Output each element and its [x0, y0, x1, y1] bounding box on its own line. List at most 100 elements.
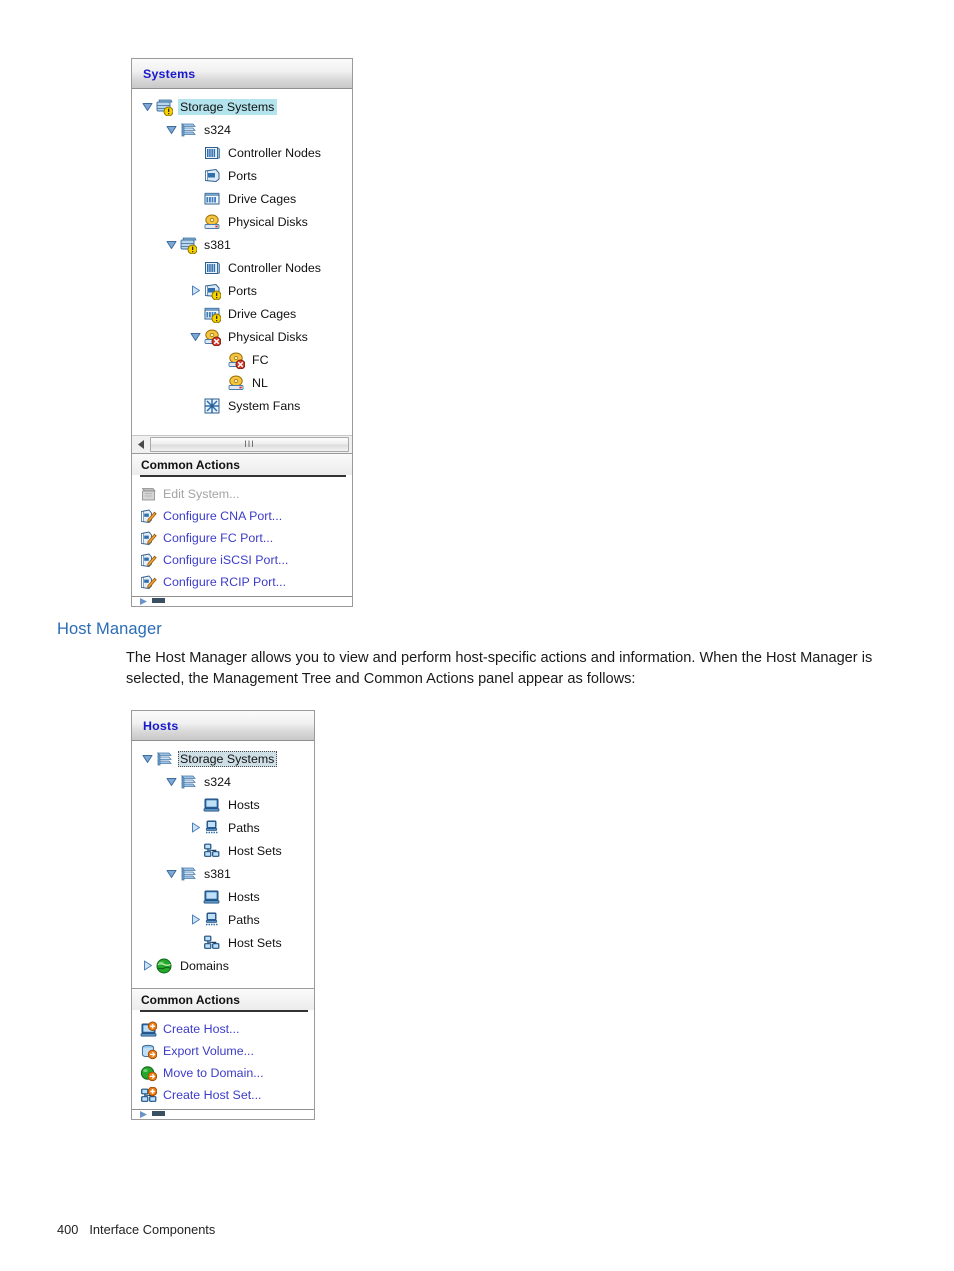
- action-label: Move to Domain...: [163, 1066, 264, 1080]
- tree-item-fc[interactable]: FC: [132, 348, 352, 371]
- tree-item-s324[interactable]: s324: [132, 770, 314, 793]
- tree-item-label: Ports: [228, 168, 257, 183]
- tree-item-label: Controller Nodes: [228, 260, 321, 275]
- system-fans-icon: [203, 397, 221, 415]
- tree-item-storage-systems[interactable]: Storage Systems: [132, 747, 314, 770]
- tree-item-controller-nodes[interactable]: Controller Nodes: [132, 256, 352, 279]
- tree-item-paths[interactable]: Paths: [132, 908, 314, 931]
- expand-arrow-down-icon[interactable]: [164, 118, 179, 141]
- footer-chapter-title: Interface Components: [89, 1222, 216, 1237]
- action-configure-rcip-port[interactable]: Configure RCIP Port...: [132, 571, 352, 593]
- controller-nodes-icon: [203, 144, 221, 162]
- drive-cages-warning-icon: [203, 305, 221, 323]
- scrollbar-thumb[interactable]: III: [150, 437, 349, 452]
- configure-port-icon: [140, 508, 157, 525]
- scroll-left-arrow[interactable]: [134, 437, 149, 452]
- action-export-volume[interactable]: Export Volume...: [132, 1040, 314, 1062]
- expand-arrow-down-icon[interactable]: [140, 95, 155, 118]
- tree-item-label: Storage Systems: [178, 750, 278, 767]
- expand-arrow-down-icon[interactable]: [188, 325, 203, 348]
- hosts-panel-bottom-edge: [132, 1109, 314, 1119]
- tree-item-system-fans[interactable]: System Fans: [132, 394, 352, 417]
- action-create-host-set[interactable]: Create Host Set...: [132, 1084, 314, 1106]
- tree-item-label: s381: [204, 237, 231, 252]
- tree-item-label: s324: [204, 122, 231, 137]
- page-footer: 400 Interface Components: [57, 1222, 215, 1237]
- tree-item-host-sets[interactable]: Host Sets: [132, 839, 314, 862]
- scrollbar-grip: III: [244, 439, 255, 449]
- collapsed-arrow-icon: [140, 598, 147, 605]
- expand-arrow-down-icon[interactable]: [164, 862, 179, 885]
- tree-item-paths[interactable]: Paths: [132, 816, 314, 839]
- controller-nodes-icon: [203, 259, 221, 277]
- page-number: 400: [57, 1222, 79, 1237]
- action-label: Configure iSCSI Port...: [163, 553, 289, 567]
- export-volume-icon: [140, 1043, 157, 1060]
- systems-tree[interactable]: Storage Systems s324 Controller Nodes Ports…: [132, 89, 352, 435]
- ports-icon: [203, 167, 221, 185]
- paths-icon: [203, 819, 221, 837]
- expand-arrow-down-icon[interactable]: [140, 747, 155, 770]
- tree-item-ports[interactable]: Ports: [132, 279, 352, 302]
- tree-item-ports[interactable]: Ports: [132, 164, 352, 187]
- tree-item-drive-cages[interactable]: Drive Cages: [132, 187, 352, 210]
- tree-item-s324[interactable]: s324: [132, 118, 352, 141]
- expand-arrow-down-icon[interactable]: [164, 233, 179, 256]
- ports-warning-icon: [203, 282, 221, 300]
- expand-arrow-right-icon[interactable]: [188, 279, 203, 302]
- edit-system-icon: [140, 486, 157, 503]
- expand-arrow-right-icon[interactable]: [140, 954, 155, 977]
- tree-item-label: System Fans: [228, 398, 301, 413]
- tree-item-s381[interactable]: s381: [132, 862, 314, 885]
- action-label: Configure RCIP Port...: [163, 575, 287, 589]
- system-icon: [179, 865, 197, 883]
- tree-item-label: FC: [252, 352, 269, 367]
- tree-item-label: Hosts: [228, 797, 260, 812]
- action-move-to-domain[interactable]: Move to Domain...: [132, 1062, 314, 1084]
- tree-item-drive-cages[interactable]: Drive Cages: [132, 302, 352, 325]
- tree-item-label: Paths: [228, 912, 260, 927]
- action-label: Configure CNA Port...: [163, 509, 283, 523]
- systems-common-actions-list[interactable]: Edit System... Configure CNA Port... Confi…: [132, 477, 352, 596]
- tree-item-label: Ports: [228, 283, 257, 298]
- tree-item-label: Host Sets: [228, 935, 282, 950]
- tree-item-physical-disks[interactable]: Physical Disks: [132, 210, 352, 233]
- partial-icon: [152, 598, 165, 603]
- tree-item-controller-nodes[interactable]: Controller Nodes: [132, 141, 352, 164]
- system-icon: [155, 750, 173, 768]
- host-icon: [203, 888, 221, 906]
- tree-item-label: Physical Disks: [228, 329, 308, 344]
- expand-arrow-right-icon[interactable]: [188, 908, 203, 931]
- collapsed-arrow-icon: [140, 1111, 147, 1118]
- tree-item-storage-systems[interactable]: Storage Systems: [132, 95, 352, 118]
- tree-item-label: Hosts: [228, 889, 260, 904]
- tree-item-s381[interactable]: s381: [132, 233, 352, 256]
- tree-item-hosts[interactable]: Hosts: [132, 885, 314, 908]
- action-configure-cna-port[interactable]: Configure CNA Port...: [132, 505, 352, 527]
- tree-item-hosts[interactable]: Hosts: [132, 793, 314, 816]
- systems-tree-horizontal-scrollbar[interactable]: III: [132, 435, 352, 453]
- action-configure-iscsi-port[interactable]: Configure iSCSI Port...: [132, 549, 352, 571]
- expand-arrow-right-icon[interactable]: [188, 816, 203, 839]
- hosts-common-actions-list[interactable]: Create Host... Export Volume... Move to Do…: [132, 1012, 314, 1109]
- tree-item-label: Domains: [180, 958, 229, 973]
- drive-cages-icon: [203, 190, 221, 208]
- tree-item-host-sets[interactable]: Host Sets: [132, 931, 314, 954]
- hosts-tree[interactable]: Storage Systems s324 Hosts Paths Host Sets s3…: [132, 741, 314, 988]
- tree-item-domains[interactable]: Domains: [132, 954, 314, 977]
- action-edit-system: Edit System...: [132, 483, 352, 505]
- section-heading: Host Manager: [57, 620, 162, 638]
- tree-item-physical-disks[interactable]: Physical Disks: [132, 325, 352, 348]
- action-create-host[interactable]: Create Host...: [132, 1018, 314, 1040]
- hosts-panel-header: Hosts: [132, 711, 314, 741]
- expand-arrow-down-icon[interactable]: [164, 770, 179, 793]
- tree-item-nl[interactable]: NL: [132, 371, 352, 394]
- action-configure-fc-port[interactable]: Configure FC Port...: [132, 527, 352, 549]
- create-host-set-icon: [140, 1086, 157, 1104]
